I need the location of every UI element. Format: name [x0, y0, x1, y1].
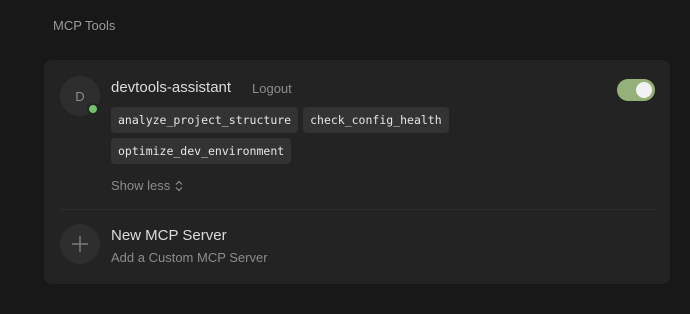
avatar-initial: D — [75, 88, 85, 104]
new-server-subtitle: Add a Custom MCP Server — [111, 250, 268, 265]
tool-list: analyze_project_structure check_config_h… — [111, 107, 491, 164]
mcp-tools-panel: D devtools-assistant Logout analyze_proj… — [44, 60, 670, 284]
tool-chip: check_config_health — [303, 107, 449, 133]
server-name: devtools-assistant — [111, 79, 232, 96]
tool-chip: optimize_dev_environment — [111, 138, 292, 164]
divider — [60, 209, 658, 210]
new-server-title[interactable]: New MCP Server — [111, 227, 227, 244]
server-enable-toggle[interactable] — [617, 79, 655, 101]
section-title: MCP Tools — [53, 18, 116, 33]
toggle-knob — [636, 82, 652, 98]
add-server-button[interactable] — [60, 224, 100, 264]
show-less-label: Show less — [111, 178, 171, 193]
plus-icon — [72, 236, 88, 252]
chevron-up-down-icon — [175, 180, 183, 191]
status-dot-icon — [87, 103, 99, 115]
logout-link[interactable]: Logout — [252, 81, 292, 96]
tool-chip: analyze_project_structure — [111, 107, 299, 133]
show-less-button[interactable]: Show less — [111, 178, 184, 193]
